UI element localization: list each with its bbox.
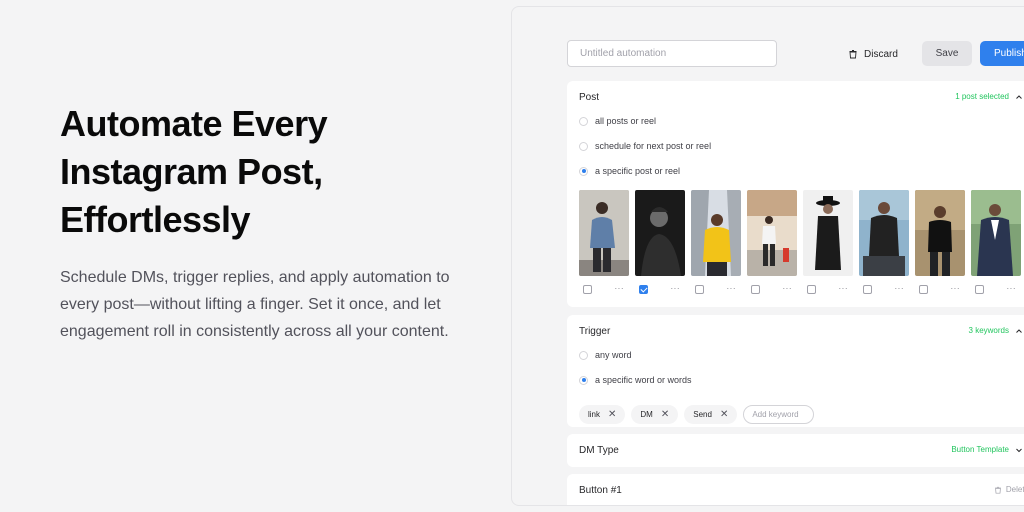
keyword-list: link ✕ DM ✕ Send ✕ (579, 405, 815, 424)
discard-button[interactable]: Discard (848, 43, 898, 65)
post-image[interactable] (747, 190, 797, 276)
post-checkbox[interactable] (919, 284, 928, 294)
post-option-next[interactable]: schedule for next post or reel (579, 141, 711, 151)
dm-type-title: DM Type (579, 445, 619, 456)
post-thumbnail-grid: ··· ··· ··· ··· ··· ··· ··· ··· (579, 190, 1021, 294)
editor-toolbar: Discard Save Publish (512, 7, 1024, 79)
post-image[interactable] (579, 190, 629, 276)
trigger-option-any[interactable]: any word (579, 350, 632, 360)
remove-keyword-icon[interactable]: ✕ (720, 409, 728, 420)
trigger-section-toggle[interactable]: 3 keywords (969, 326, 1023, 335)
more-options-icon[interactable]: ··· (783, 285, 793, 293)
keyword-label: link (588, 410, 601, 419)
automation-editor: Discard Save Publish Post 1 post selecte… (511, 6, 1024, 506)
trigger-section: Trigger 3 keywords any word a specific w… (567, 315, 1024, 427)
keyword-label: DM (640, 410, 653, 419)
trash-icon (995, 486, 1001, 494)
post-section-title: Post (579, 92, 600, 103)
keyword-chip: link ✕ (579, 405, 626, 424)
post-checkbox[interactable] (583, 284, 592, 294)
post-checkbox[interactable] (975, 284, 984, 294)
trigger-section-title: Trigger (579, 326, 611, 337)
discard-label: Discard (864, 48, 898, 60)
post-option-label: schedule for next post or reel (595, 141, 712, 151)
post-checkbox[interactable] (751, 284, 760, 294)
remove-keyword-icon[interactable]: ✕ (661, 409, 669, 420)
button-section: Button #1 Delete (567, 474, 1024, 505)
dm-type-value: Button Template (951, 445, 1009, 454)
post-thumbnail: ··· (579, 190, 629, 294)
post-checkbox[interactable] (695, 284, 704, 294)
save-button[interactable]: Save (922, 41, 972, 66)
more-options-icon[interactable]: ··· (839, 285, 849, 293)
post-thumbnail: ··· (747, 190, 797, 294)
more-options-icon[interactable]: ··· (671, 285, 681, 293)
more-options-icon[interactable]: ··· (951, 285, 961, 293)
radio-button-selected[interactable] (579, 166, 588, 176)
automation-name-input[interactable] (567, 40, 777, 67)
button-section-title: Button #1 (579, 485, 622, 496)
post-option-label: a specific post or reel (595, 166, 681, 176)
more-options-icon[interactable]: ··· (615, 285, 625, 293)
post-section: Post 1 post selected all posts or reel s… (567, 81, 1024, 307)
post-image[interactable] (915, 190, 965, 276)
post-thumbnail: ··· (635, 190, 685, 294)
delete-button[interactable]: Delete (994, 485, 1024, 494)
post-thumbnail: ··· (915, 190, 965, 294)
hero-description: Schedule DMs, trigger replies, and apply… (60, 269, 450, 340)
hero-title: Automate Every Instagram Post, Effortles… (60, 100, 460, 244)
radio-button[interactable] (579, 116, 588, 126)
publish-button[interactable]: Publish (980, 41, 1024, 66)
post-thumbnail: ··· (859, 190, 909, 294)
trigger-option-label: a specific word or words (595, 375, 692, 385)
dm-type-section[interactable]: DM Type Button Template (567, 434, 1024, 467)
post-image[interactable] (803, 190, 853, 276)
keyword-chip: Send ✕ (684, 405, 738, 424)
post-image[interactable] (859, 190, 909, 276)
trigger-section-meta: 3 keywords (968, 326, 1009, 335)
post-image[interactable] (971, 190, 1021, 276)
post-section-toggle[interactable]: 1 post selected (955, 92, 1023, 101)
radio-button[interactable] (579, 141, 588, 151)
hero-title-line1: Automate Every (60, 103, 328, 144)
post-image[interactable] (635, 190, 685, 276)
hero-title-line3: Effortlessly (60, 199, 251, 240)
dm-type-select[interactable]: Button Template (951, 445, 1023, 454)
more-options-icon[interactable]: ··· (895, 285, 905, 293)
hero-section: Automate Every Instagram Post, Effortles… (60, 100, 460, 345)
post-checkbox[interactable] (807, 284, 816, 294)
post-section-meta: 1 post selected (955, 92, 1009, 101)
hero-title-line2: Instagram Post, (60, 151, 323, 192)
post-option-label: all posts or reel (595, 116, 657, 126)
radio-button[interactable] (579, 350, 588, 360)
keyword-chip: DM ✕ (631, 405, 679, 424)
post-thumbnail: ··· (803, 190, 853, 294)
delete-label: Delete (1005, 485, 1024, 494)
chevron-down-icon (1016, 448, 1022, 452)
trash-icon (849, 50, 857, 59)
post-checkbox-checked[interactable] (639, 284, 648, 294)
trigger-option-label: any word (595, 350, 632, 360)
keyword-label: Send (693, 410, 712, 419)
trigger-option-specific[interactable]: a specific word or words (579, 375, 692, 385)
post-checkbox[interactable] (863, 284, 872, 294)
post-thumbnail: ··· (971, 190, 1021, 294)
add-keyword-input[interactable] (743, 405, 815, 424)
more-options-icon[interactable]: ··· (727, 285, 737, 293)
post-image[interactable] (691, 190, 741, 276)
radio-button-selected[interactable] (579, 375, 588, 385)
post-thumbnail: ··· (691, 190, 741, 294)
chevron-up-icon (1016, 94, 1022, 99)
remove-keyword-icon[interactable]: ✕ (608, 409, 616, 420)
chevron-up-icon (1016, 328, 1022, 333)
post-option-specific[interactable]: a specific post or reel (579, 166, 680, 176)
post-option-all[interactable]: all posts or reel (579, 116, 656, 126)
more-options-icon[interactable]: ··· (1007, 285, 1017, 293)
